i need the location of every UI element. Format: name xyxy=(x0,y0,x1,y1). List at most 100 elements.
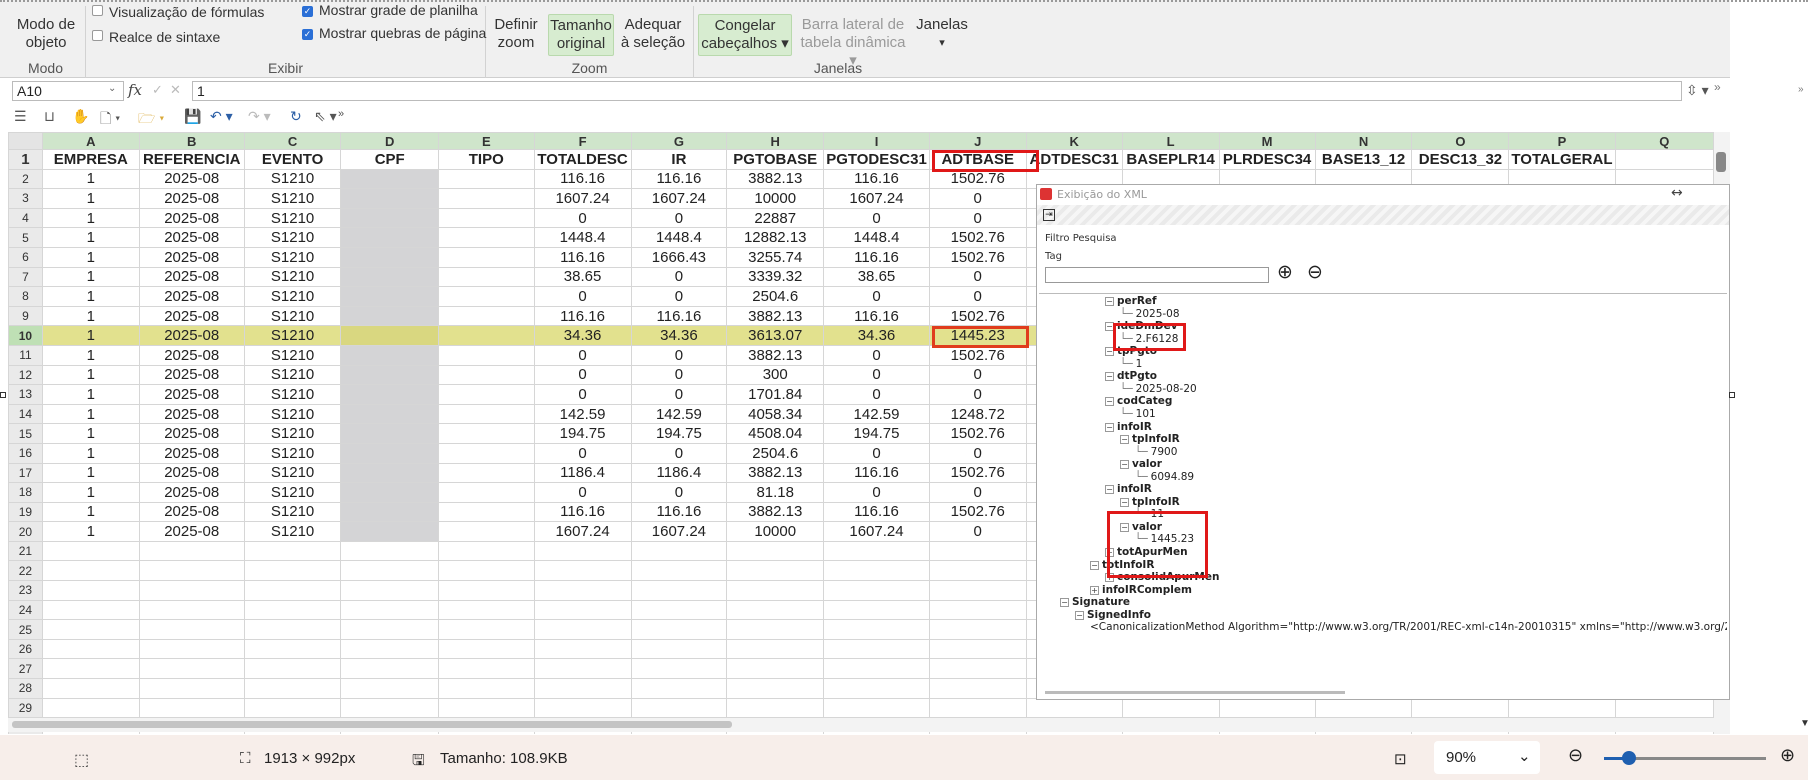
cell[interactable] xyxy=(243,560,342,582)
cell[interactable]: 0 xyxy=(823,442,930,464)
row-header[interactable]: 20 xyxy=(8,521,43,542)
cell[interactable]: 12882.13 xyxy=(726,227,825,248)
cell[interactable]: 1 xyxy=(41,462,140,484)
screenshot-icon[interactable]: ⊡ xyxy=(1394,750,1407,768)
cell[interactable]: 0 xyxy=(928,207,1027,229)
cell[interactable]: TOTALGERAL xyxy=(1508,149,1616,170)
cell[interactable]: 0 xyxy=(823,344,930,366)
cell[interactable]: 0 xyxy=(630,442,728,464)
cell[interactable]: S1210 xyxy=(243,403,342,425)
cell[interactable] xyxy=(138,560,245,582)
cell[interactable]: S1210 xyxy=(243,384,342,405)
cell[interactable]: ADTDESC31 xyxy=(1025,149,1123,170)
cell[interactable]: 1502.76 xyxy=(928,423,1027,444)
cell[interactable]: 1607.24 xyxy=(533,521,632,542)
cell[interactable] xyxy=(928,678,1027,699)
collapse-icon[interactable]: − xyxy=(1120,435,1129,445)
cell[interactable]: 116.16 xyxy=(823,501,930,523)
tree-node[interactable]: − codCateg xyxy=(1105,395,1172,407)
tree-node[interactable]: − infoIR xyxy=(1105,483,1152,495)
cell[interactable] xyxy=(340,403,439,425)
cell[interactable] xyxy=(630,560,728,582)
cell[interactable] xyxy=(340,305,439,327)
formula-view-toggle[interactable]: Visualização de fórmulas xyxy=(92,4,264,20)
cell[interactable] xyxy=(823,580,930,601)
cell[interactable]: 116.16 xyxy=(823,305,930,327)
row-header[interactable]: 9 xyxy=(8,305,43,327)
cell[interactable] xyxy=(340,580,439,601)
cell[interactable] xyxy=(41,697,140,719)
cell[interactable]: 1248.72 xyxy=(928,403,1027,425)
cell[interactable]: 10000 xyxy=(726,521,825,542)
cell[interactable] xyxy=(243,580,342,601)
cell[interactable] xyxy=(533,580,632,601)
cell[interactable]: 1502.76 xyxy=(928,462,1027,484)
row-header[interactable]: 18 xyxy=(8,482,43,503)
cell[interactable]: S1210 xyxy=(243,344,342,366)
collapse-icon[interactable]: − xyxy=(1120,522,1129,532)
cell[interactable]: 1448.4 xyxy=(630,227,728,248)
zoom-in-icon[interactable]: ⊕ xyxy=(1780,745,1795,766)
cell[interactable]: 116.16 xyxy=(823,168,930,190)
cell[interactable] xyxy=(533,599,632,621)
row-header[interactable]: 17 xyxy=(8,462,43,484)
cell[interactable] xyxy=(437,227,535,248)
tree-node[interactable]: + infoIRComplem xyxy=(1090,584,1192,596)
cell[interactable]: 194.75 xyxy=(533,423,632,444)
cell[interactable]: 2025-08 xyxy=(138,501,245,523)
cell[interactable]: 1 xyxy=(41,482,140,503)
row-header[interactable]: 19 xyxy=(8,501,43,523)
cell[interactable]: PGTOBASE xyxy=(726,149,825,170)
xml-viewer-panel[interactable]: Exibição do XML ↔ ⇥ Filtro Pesquisa Tag … xyxy=(1036,184,1730,700)
cell[interactable]: 0 xyxy=(823,384,930,405)
cell[interactable]: 142.59 xyxy=(630,403,728,425)
cell[interactable] xyxy=(243,599,342,621)
cell[interactable]: 3882.13 xyxy=(726,305,825,327)
cell[interactable]: BASEPLR14 xyxy=(1121,149,1220,170)
cell[interactable] xyxy=(1121,697,1220,719)
resize-icon[interactable]: ↔ xyxy=(1671,185,1683,201)
original-size-button[interactable]: Tamanho original xyxy=(548,14,614,56)
row-header[interactable]: 1 xyxy=(8,149,43,170)
cell[interactable] xyxy=(437,580,535,601)
expand-formula-icon[interactable]: ⇳ ▾ xyxy=(1686,82,1709,99)
function-icon[interactable]: fx xyxy=(128,81,142,99)
cancel-icon[interactable]: ✕ xyxy=(170,82,181,98)
cell[interactable] xyxy=(340,188,439,209)
cell[interactable]: 2025-08 xyxy=(138,442,245,464)
header-row[interactable]: 1 EMPRESA REFERENCIA EVENTO CPF TIPO TOTALDESC… xyxy=(8,149,1714,170)
expand-icon[interactable]: + xyxy=(1105,573,1114,583)
tree-node[interactable]: − dtPgto xyxy=(1105,370,1157,382)
tree-node[interactable]: − valor xyxy=(1120,458,1162,470)
cell[interactable]: S1210 xyxy=(243,246,342,268)
cell[interactable]: CPF xyxy=(340,149,439,170)
cell[interactable] xyxy=(340,286,439,307)
row-header[interactable]: 7 xyxy=(8,266,43,288)
cell[interactable]: 116.16 xyxy=(823,462,930,484)
cell[interactable] xyxy=(437,266,535,288)
cell[interactable]: 2025-08 xyxy=(138,227,245,248)
cell[interactable] xyxy=(630,580,728,601)
cell[interactable]: 1607.24 xyxy=(823,521,930,542)
cell[interactable]: 0 xyxy=(823,364,930,386)
cell[interactable]: 142.59 xyxy=(533,403,632,425)
row-header[interactable]: 29 xyxy=(8,697,43,719)
row-header[interactable]: 10 xyxy=(8,325,43,346)
cell[interactable]: 1 xyxy=(41,423,140,444)
tree-node[interactable]: − ideDmDev xyxy=(1105,320,1178,332)
cell[interactable] xyxy=(1614,149,1714,170)
cell[interactable] xyxy=(243,540,342,562)
collapse-icon[interactable]: − xyxy=(1105,422,1114,432)
cell[interactable] xyxy=(928,658,1027,680)
cell[interactable]: 2025-08 xyxy=(138,266,245,288)
cell[interactable] xyxy=(726,599,825,621)
cell[interactable]: 1666.43 xyxy=(630,246,728,268)
cell[interactable] xyxy=(437,384,535,405)
tree-value[interactable]: └─ 2025-08 xyxy=(1120,308,1180,320)
cell[interactable]: 1 xyxy=(41,188,140,209)
cell[interactable]: 1 xyxy=(41,442,140,464)
cell[interactable] xyxy=(340,540,439,562)
zoom-slider[interactable] xyxy=(1604,751,1766,765)
cell[interactable] xyxy=(630,619,728,640)
tree-node[interactable]: − SignedInfo xyxy=(1075,609,1151,621)
